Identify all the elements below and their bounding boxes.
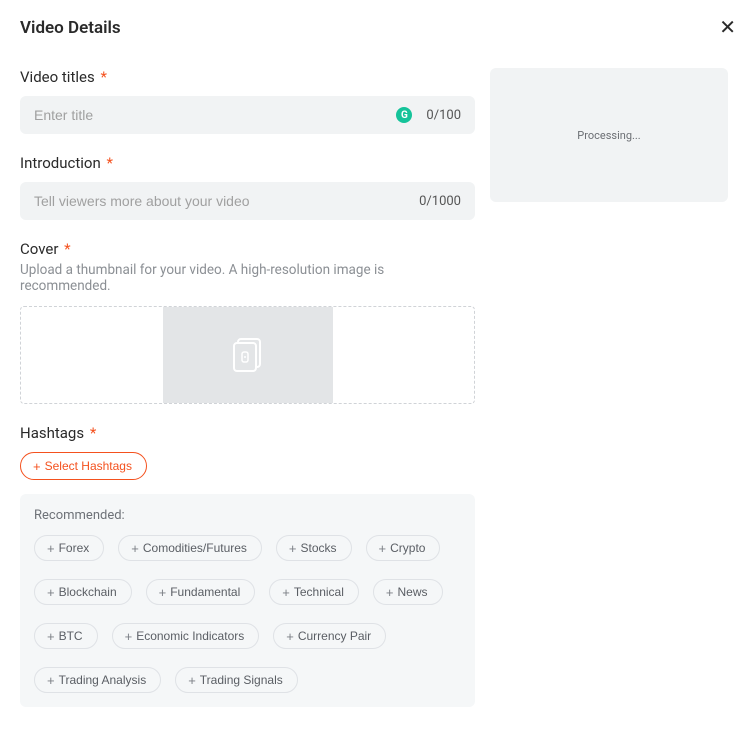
tag-chip-label: Currency Pair	[298, 629, 371, 643]
hashtags-group: Hashtags * + Select Hashtags Recommended…	[20, 424, 475, 707]
select-hashtags-button[interactable]: + Select Hashtags	[20, 452, 147, 480]
required-marker: *	[106, 154, 112, 172]
image-upload-icon	[233, 338, 263, 372]
cover-upload-center	[163, 307, 333, 403]
recommended-tag-chip[interactable]: +Fundamental	[146, 579, 256, 605]
recommended-tag-chip[interactable]: + Trading Analysis	[34, 667, 161, 693]
plus-icon: +	[47, 674, 55, 687]
tag-chip-label: Comodities/Futures	[143, 541, 247, 555]
plus-icon: +	[131, 542, 139, 555]
tag-chip-label: Blockchain	[59, 585, 117, 599]
recommended-tag-list: +Forex+Comodities/Futures+Stocks+Crypto+…	[34, 535, 461, 701]
tag-chip-label: Trading Signals	[200, 673, 283, 687]
cover-group: Cover * Upload a thumbnail for your vide…	[20, 240, 475, 404]
tag-chip-label: BTC	[59, 629, 83, 643]
modal-title: Video Details	[20, 18, 121, 38]
intro-input[interactable]	[34, 193, 419, 209]
tag-chip-label: Forex	[59, 541, 90, 555]
cover-spacer-right	[333, 307, 474, 403]
intro-input-wrapper: 0/1000	[20, 182, 475, 220]
intro-label-text: Introduction	[20, 154, 101, 172]
tag-chip-label: Fundamental	[170, 585, 240, 599]
tag-chip-label: Technical	[294, 585, 344, 599]
recommended-tag-chip[interactable]: +News	[373, 579, 443, 605]
title-group: Video titles * G 0/100	[20, 68, 475, 134]
close-icon: ✕	[719, 17, 736, 39]
hashtags-label: Hashtags *	[20, 424, 475, 442]
cover-label: Cover *	[20, 240, 475, 258]
plus-icon: +	[159, 586, 167, 599]
recommended-tag-chip[interactable]: +Crypto	[366, 535, 441, 561]
hashtags-label-text: Hashtags	[20, 424, 84, 442]
recommended-tag-chip[interactable]: + Currency Pair	[273, 623, 386, 649]
title-input[interactable]	[34, 107, 396, 123]
select-hashtags-label: Select Hashtags	[45, 459, 132, 473]
recommended-tag-chip[interactable]: + Stocks	[276, 535, 352, 561]
plus-icon: +	[379, 542, 387, 555]
modal-header: Video Details ✕	[20, 18, 736, 38]
grammarly-icon: G	[396, 107, 412, 123]
title-label: Video titles *	[20, 68, 475, 86]
title-input-wrapper: G 0/100	[20, 96, 475, 134]
plus-icon: +	[47, 586, 55, 599]
plus-icon: +	[47, 630, 55, 643]
plus-icon: +	[386, 586, 394, 599]
plus-icon: +	[33, 460, 41, 473]
recommended-tag-chip[interactable]: + Blockchain	[34, 579, 132, 605]
tag-chip-label: Trading Analysis	[59, 673, 147, 687]
title-counter: 0/100	[426, 108, 461, 123]
plus-icon: +	[125, 630, 133, 643]
recommended-tag-chip[interactable]: + Technical	[269, 579, 359, 605]
plus-icon: +	[289, 542, 297, 555]
recommended-tag-chip[interactable]: + Trading Signals	[175, 667, 298, 693]
required-marker: *	[100, 68, 106, 86]
intro-group: Introduction * 0/1000	[20, 154, 475, 220]
tag-chip-label: Economic Indicators	[136, 629, 244, 643]
intro-counter: 0/1000	[419, 194, 461, 209]
processing-status: Processing...	[577, 129, 640, 142]
intro-label: Introduction *	[20, 154, 475, 172]
plus-icon: +	[188, 674, 196, 687]
cover-upload-area[interactable]	[20, 306, 475, 404]
plus-icon: +	[47, 542, 55, 555]
recommended-hashtags-box: Recommended: + Forex + Comodities/Futures + S…	[20, 494, 475, 707]
video-preview: Processing...	[490, 68, 728, 202]
close-button[interactable]: ✕	[719, 18, 736, 38]
recommended-tag-chip[interactable]: +Economic Indicators	[112, 623, 260, 649]
recommended-title: Recommended:	[34, 508, 461, 523]
recommended-tag-chip[interactable]: + Comodities/Futures	[118, 535, 262, 561]
required-marker: *	[64, 240, 70, 258]
recommended-tag-chip[interactable]: + BTC	[34, 623, 98, 649]
title-label-text: Video titles	[20, 68, 95, 86]
required-marker: *	[90, 424, 96, 442]
tag-chip-label: News	[397, 585, 427, 599]
cover-label-text: Cover	[20, 240, 58, 258]
plus-icon: +	[282, 586, 290, 599]
plus-icon: +	[286, 630, 294, 643]
cover-hint: Upload a thumbnail for your video. A hig…	[20, 262, 475, 294]
recommended-tag-chip[interactable]: + Forex	[34, 535, 104, 561]
cover-spacer-left	[21, 307, 163, 403]
tag-chip-label: Crypto	[390, 541, 425, 555]
tag-chip-label: Stocks	[301, 541, 337, 555]
